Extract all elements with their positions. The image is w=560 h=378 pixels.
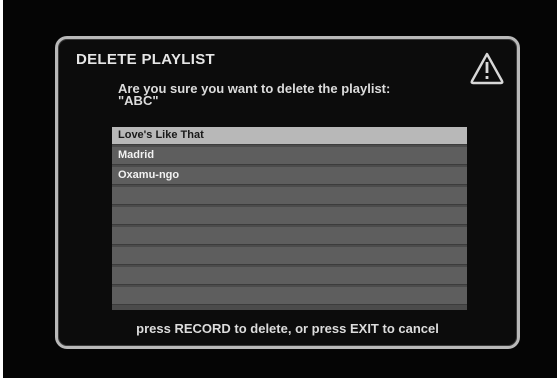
confirmation-question: Are you sure you want to delete the play… (118, 81, 508, 108)
list-item[interactable]: Madrid (112, 147, 467, 165)
list-item (112, 187, 467, 205)
warning-triangle-icon (470, 52, 504, 85)
tv-screen: DELETE PLAYLIST Are you sure you want to… (3, 0, 557, 378)
list-item (112, 227, 467, 245)
playlist-song-list: Love's Like That Madrid Oxamu-ngo (112, 127, 467, 310)
list-item[interactable]: Love's Like That (112, 127, 467, 145)
question-text: Are you sure you want to delete the play… (118, 81, 391, 96)
list-item (112, 207, 467, 225)
list-item (112, 267, 467, 285)
playlist-name: "ABC" (118, 93, 159, 108)
dialog-title: DELETE PLAYLIST (76, 51, 215, 68)
delete-playlist-dialog: DELETE PLAYLIST Are you sure you want to… (55, 36, 520, 349)
instruction-text: press RECORD to delete, or press EXIT to… (136, 321, 439, 336)
list-item (112, 247, 467, 265)
list-item[interactable]: Oxamu-ngo (112, 167, 467, 185)
list-item (112, 287, 467, 305)
